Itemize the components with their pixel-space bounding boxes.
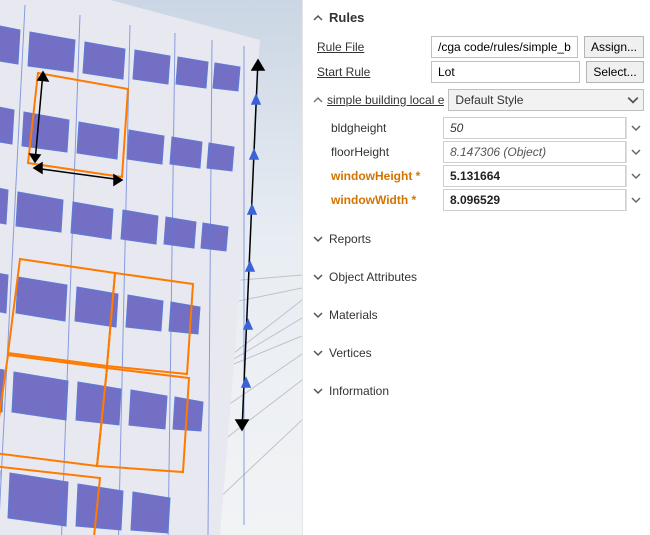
viewport-3d[interactable] bbox=[0, 0, 302, 535]
inspector-panel: Rules Rule File Assign... Start Rule Sel… bbox=[302, 0, 650, 535]
start-rule-row: Start Rule Select... bbox=[313, 61, 644, 83]
attr-name: windowHeight * bbox=[313, 169, 443, 183]
assign-button[interactable]: Assign... bbox=[584, 36, 644, 58]
chevron-down-icon bbox=[627, 94, 639, 106]
chevron-down-icon bbox=[313, 386, 323, 396]
start-rule-label: Start Rule bbox=[313, 65, 425, 79]
rule-file-row: Rule File Assign... bbox=[313, 36, 644, 58]
attr-value-input[interactable]: 8.096529 bbox=[443, 189, 626, 211]
rules-title: Rules bbox=[329, 10, 364, 25]
attr-dropdown-button[interactable] bbox=[626, 189, 644, 211]
chevron-up-icon bbox=[313, 13, 323, 23]
attribute-list: bldgheight50floorHeight8.147306 (Object)… bbox=[313, 117, 644, 211]
attr-value-input[interactable]: 50 bbox=[443, 117, 626, 139]
section-header-vertices[interactable]: Vertices bbox=[313, 333, 644, 371]
attr-row: floorHeight8.147306 (Object) bbox=[313, 141, 644, 163]
attr-row: windowHeight *5.131664 bbox=[313, 165, 644, 187]
chevron-down-icon bbox=[313, 272, 323, 282]
section-header-information[interactable]: Information bbox=[313, 371, 644, 409]
attr-dropdown-button[interactable] bbox=[626, 165, 644, 187]
section-header-object-attributes[interactable]: Object Attributes bbox=[313, 257, 644, 295]
section-title: Reports bbox=[329, 232, 371, 246]
section-title: Materials bbox=[329, 308, 378, 322]
rule-group-link[interactable]: simple building local e bbox=[327, 93, 444, 107]
app-root: Rules Rule File Assign... Start Rule Sel… bbox=[0, 0, 650, 535]
attr-row: windowWidth *8.096529 bbox=[313, 189, 644, 211]
attr-value-input[interactable]: 8.147306 (Object) bbox=[443, 141, 626, 163]
section-title: Object Attributes bbox=[329, 270, 417, 284]
rule-file-input[interactable] bbox=[431, 36, 578, 58]
rules-section-header[interactable]: Rules bbox=[313, 6, 644, 33]
attr-value-input[interactable]: 5.131664 bbox=[443, 165, 626, 187]
style-select-value: Default Style bbox=[455, 93, 523, 107]
start-rule-input[interactable] bbox=[431, 61, 580, 83]
style-subheader-row: simple building local e Default Style bbox=[313, 89, 644, 111]
section-title: Information bbox=[329, 384, 389, 398]
viewport-canvas bbox=[0, 0, 302, 535]
section-title: Vertices bbox=[329, 346, 372, 360]
collapsed-sections: Reports Object Attributes Materials Vertice… bbox=[313, 219, 644, 409]
attr-dropdown-button[interactable] bbox=[626, 141, 644, 163]
select-button[interactable]: Select... bbox=[586, 61, 644, 83]
attr-row: bldgheight50 bbox=[313, 117, 644, 139]
section-header-materials[interactable]: Materials bbox=[313, 295, 644, 333]
chevron-down-icon bbox=[313, 310, 323, 320]
style-select[interactable]: Default Style bbox=[448, 89, 644, 111]
attr-name: windowWidth * bbox=[313, 193, 443, 207]
chevron-down-icon bbox=[313, 234, 323, 244]
attr-name: bldgheight bbox=[313, 121, 443, 135]
chevron-up-icon bbox=[313, 95, 323, 105]
attr-dropdown-button[interactable] bbox=[626, 117, 644, 139]
section-header-reports[interactable]: Reports bbox=[313, 219, 644, 257]
attr-name: floorHeight bbox=[313, 145, 443, 159]
chevron-down-icon bbox=[313, 348, 323, 358]
rule-file-label: Rule File bbox=[313, 40, 425, 54]
